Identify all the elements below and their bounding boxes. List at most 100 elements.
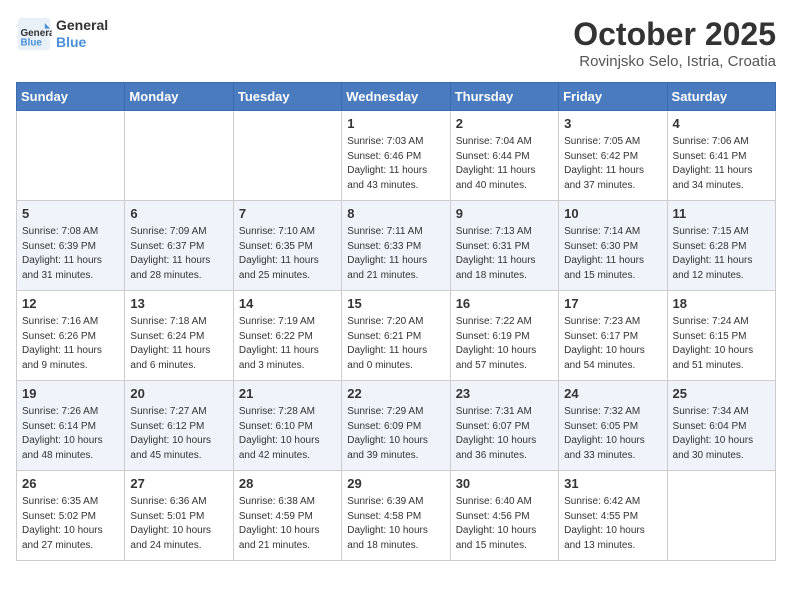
day-info: Sunrise: 7:13 AM Sunset: 6:31 PM Dayligh… — [456, 225, 553, 283]
day-number: 17 — [564, 295, 661, 313]
day-info: Sunrise: 7:10 AM Sunset: 6:35 PM Dayligh… — [239, 225, 336, 283]
day-info: Sunrise: 7:18 AM Sunset: 6:24 PM Dayligh… — [130, 315, 227, 373]
day-number: 8 — [347, 205, 444, 223]
calendar-cell: 22Sunrise: 7:29 AM Sunset: 6:09 PM Dayli… — [342, 381, 450, 471]
day-info: Sunrise: 7:15 AM Sunset: 6:28 PM Dayligh… — [673, 225, 770, 283]
weekday-header-thursday: Thursday — [450, 83, 558, 111]
day-number: 21 — [239, 385, 336, 403]
calendar-cell: 2 Sunrise: 7:04 AM Sunset: 6:44 PM Daylig… — [450, 111, 558, 201]
calendar-cell — [667, 471, 775, 561]
calendar-week-3: 12 Sunrise: 7:16 AM Sunset: 6:26 PM Dayli… — [17, 291, 776, 381]
calendar-cell: 15 Sunrise: 7:20 AM Sunset: 6:21 PM Dayli… — [342, 291, 450, 381]
day-number: 30 — [456, 475, 553, 493]
day-info: Sunrise: 7:24 AM Sunset: 6:15 PM Dayligh… — [673, 315, 770, 373]
calendar-cell: 31 Sunrise: 6:42 AM Sunset: 4:55 PM Dayli… — [559, 471, 667, 561]
day-info: Sunrise: 7:29 AM Sunset: 6:09 PM Dayligh… — [347, 405, 444, 463]
day-info: Sunrise: 7:19 AM Sunset: 6:22 PM Dayligh… — [239, 315, 336, 373]
calendar-cell: 29 Sunrise: 6:39 AM Sunset: 4:58 PM Dayli… — [342, 471, 450, 561]
day-number: 20 — [130, 385, 227, 403]
day-info: Sunrise: 7:14 AM Sunset: 6:30 PM Dayligh… — [564, 225, 661, 283]
day-info: Sunrise: 6:36 AM Sunset: 5:01 PM Dayligh… — [130, 495, 227, 553]
day-number: 7 — [239, 205, 336, 223]
calendar-cell: 8Sunrise: 7:11 AM Sunset: 6:33 PM Daylig… — [342, 201, 450, 291]
day-number: 31 — [564, 475, 661, 493]
day-number: 2 — [456, 115, 553, 133]
calendar-cell: 26 Sunrise: 6:35 AM Sunset: 5:02 PM Dayli… — [17, 471, 125, 561]
calendar-cell: 30 Sunrise: 6:40 AM Sunset: 4:56 PM Dayli… — [450, 471, 558, 561]
day-number: 11 — [673, 205, 770, 223]
day-number: 1 — [347, 115, 444, 133]
calendar-table: SundayMondayTuesdayWednesdayThursdayFrid… — [16, 82, 776, 561]
day-info: Sunrise: 6:42 AM Sunset: 4:55 PM Dayligh… — [564, 495, 661, 553]
day-number: 18 — [673, 295, 770, 313]
calendar-cell: 13Sunrise: 7:18 AM Sunset: 6:24 PM Dayli… — [125, 291, 233, 381]
calendar-cell: 9Sunrise: 7:13 AM Sunset: 6:31 PM Daylig… — [450, 201, 558, 291]
calendar-cell: 17 Sunrise: 7:23 AM Sunset: 6:17 PM Dayli… — [559, 291, 667, 381]
day-info: Sunrise: 6:40 AM Sunset: 4:56 PM Dayligh… — [456, 495, 553, 553]
calendar-cell: 20Sunrise: 7:27 AM Sunset: 6:12 PM Dayli… — [125, 381, 233, 471]
calendar-cell: 12 Sunrise: 7:16 AM Sunset: 6:26 PM Dayli… — [17, 291, 125, 381]
page-header: General Blue General Blue October 2025 R… — [16, 16, 776, 70]
calendar-cell: 11 Sunrise: 7:15 AM Sunset: 6:28 PM Dayli… — [667, 201, 775, 291]
day-number: 12 — [22, 295, 119, 313]
calendar-cell: 19 Sunrise: 7:26 AM Sunset: 6:14 PM Dayli… — [17, 381, 125, 471]
day-info: Sunrise: 6:35 AM Sunset: 5:02 PM Dayligh… — [22, 495, 119, 553]
logo-line1: General — [56, 17, 108, 34]
day-number: 16 — [456, 295, 553, 313]
day-number: 27 — [130, 475, 227, 493]
calendar-cell: 4Sunrise: 7:06 AM Sunset: 6:41 PM Daylig… — [667, 111, 775, 201]
calendar-cell: 27 Sunrise: 6:36 AM Sunset: 5:01 PM Dayli… — [125, 471, 233, 561]
logo: General Blue General Blue — [16, 16, 108, 52]
calendar-cell: 16 Sunrise: 7:22 AM Sunset: 6:19 PM Dayli… — [450, 291, 558, 381]
day-number: 23 — [456, 385, 553, 403]
calendar-cell: 28Sunrise: 6:38 AM Sunset: 4:59 PM Dayli… — [233, 471, 341, 561]
day-number: 14 — [239, 295, 336, 313]
day-info: Sunrise: 7:26 AM Sunset: 6:14 PM Dayligh… — [22, 405, 119, 463]
day-info: Sunrise: 7:16 AM Sunset: 6:26 PM Dayligh… — [22, 315, 119, 373]
logo-line2: Blue — [56, 34, 108, 51]
day-info: Sunrise: 7:23 AM Sunset: 6:17 PM Dayligh… — [564, 315, 661, 373]
weekday-header-saturday: Saturday — [667, 83, 775, 111]
weekday-header-wednesday: Wednesday — [342, 83, 450, 111]
day-info: Sunrise: 7:08 AM Sunset: 6:39 PM Dayligh… — [22, 225, 119, 283]
day-info: Sunrise: 7:05 AM Sunset: 6:42 PM Dayligh… — [564, 135, 661, 193]
day-info: Sunrise: 6:39 AM Sunset: 4:58 PM Dayligh… — [347, 495, 444, 553]
svg-text:Blue: Blue — [21, 38, 43, 49]
day-info: Sunrise: 7:31 AM Sunset: 6:07 PM Dayligh… — [456, 405, 553, 463]
day-number: 10 — [564, 205, 661, 223]
calendar-cell: 21 Sunrise: 7:28 AM Sunset: 6:10 PM Dayli… — [233, 381, 341, 471]
calendar-cell: 25Sunrise: 7:34 AM Sunset: 6:04 PM Dayli… — [667, 381, 775, 471]
day-number: 29 — [347, 475, 444, 493]
calendar-cell: 14 Sunrise: 7:19 AM Sunset: 6:22 PM Dayli… — [233, 291, 341, 381]
calendar-header: SundayMondayTuesdayWednesdayThursdayFrid… — [17, 83, 776, 111]
day-number: 26 — [22, 475, 119, 493]
calendar-cell: 10 Sunrise: 7:14 AM Sunset: 6:30 PM Dayli… — [559, 201, 667, 291]
title-section: October 2025 Rovinjsko Selo, Istria, Cro… — [573, 16, 776, 70]
day-info: Sunrise: 7:28 AM Sunset: 6:10 PM Dayligh… — [239, 405, 336, 463]
logo-icon: General Blue — [16, 16, 52, 52]
day-info: Sunrise: 6:38 AM Sunset: 4:59 PM Dayligh… — [239, 495, 336, 553]
day-number: 3 — [564, 115, 661, 133]
location-subtitle: Rovinjsko Selo, Istria, Croatia — [573, 53, 776, 70]
weekday-header-friday: Friday — [559, 83, 667, 111]
calendar-cell — [17, 111, 125, 201]
day-number: 24 — [564, 385, 661, 403]
day-info: Sunrise: 7:04 AM Sunset: 6:44 PM Dayligh… — [456, 135, 553, 193]
day-number: 19 — [22, 385, 119, 403]
day-info: Sunrise: 7:34 AM Sunset: 6:04 PM Dayligh… — [673, 405, 770, 463]
calendar-cell — [125, 111, 233, 201]
day-number: 15 — [347, 295, 444, 313]
day-info: Sunrise: 7:22 AM Sunset: 6:19 PM Dayligh… — [456, 315, 553, 373]
calendar-cell: 5Sunrise: 7:08 AM Sunset: 6:39 PM Daylig… — [17, 201, 125, 291]
calendar-cell: 24 Sunrise: 7:32 AM Sunset: 6:05 PM Dayli… — [559, 381, 667, 471]
calendar-cell: 6Sunrise: 7:09 AM Sunset: 6:37 PM Daylig… — [125, 201, 233, 291]
day-info: Sunrise: 7:09 AM Sunset: 6:37 PM Dayligh… — [130, 225, 227, 283]
calendar-week-1: 1Sunrise: 7:03 AM Sunset: 6:46 PM Daylig… — [17, 111, 776, 201]
calendar-week-4: 19 Sunrise: 7:26 AM Sunset: 6:14 PM Dayli… — [17, 381, 776, 471]
calendar-cell: 1Sunrise: 7:03 AM Sunset: 6:46 PM Daylig… — [342, 111, 450, 201]
calendar-cell — [233, 111, 341, 201]
weekday-header-tuesday: Tuesday — [233, 83, 341, 111]
day-info: Sunrise: 7:32 AM Sunset: 6:05 PM Dayligh… — [564, 405, 661, 463]
calendar-cell: 23 Sunrise: 7:31 AM Sunset: 6:07 PM Dayli… — [450, 381, 558, 471]
day-info: Sunrise: 7:20 AM Sunset: 6:21 PM Dayligh… — [347, 315, 444, 373]
